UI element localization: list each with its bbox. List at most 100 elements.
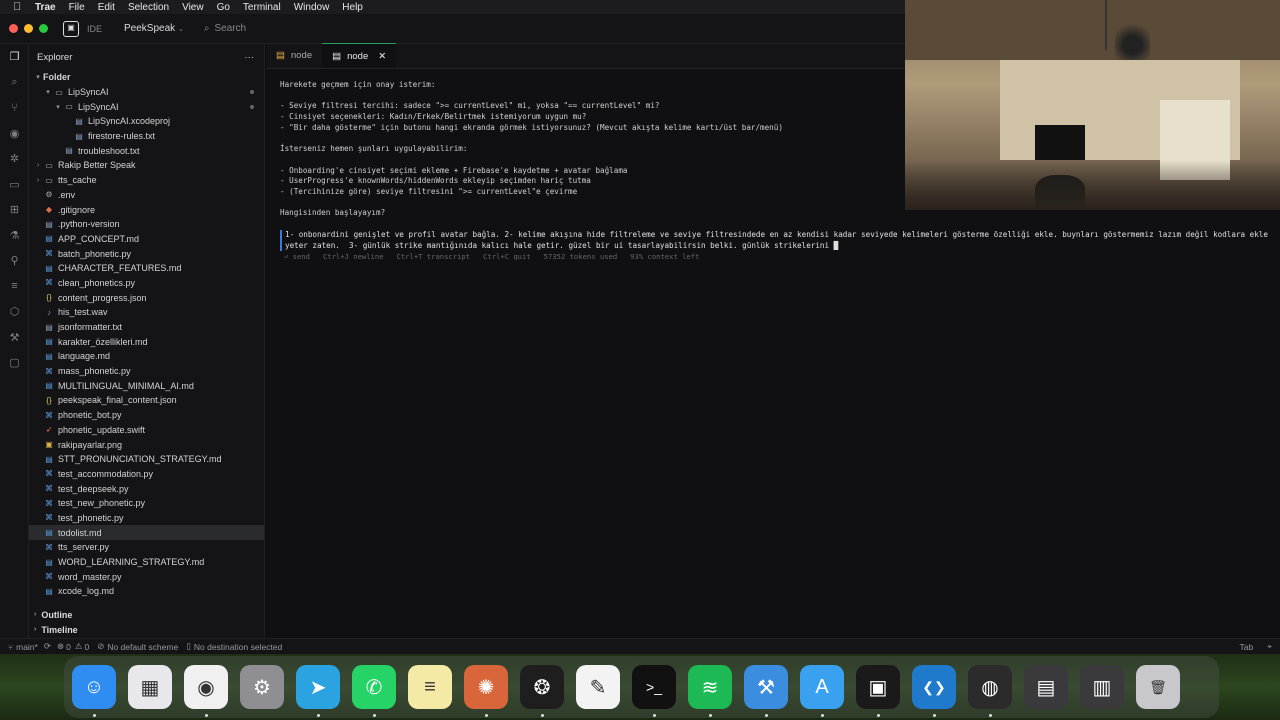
menu-window[interactable]: Window xyxy=(294,2,330,13)
extensions-icon[interactable]: ⊞ xyxy=(0,197,29,223)
tree-file[interactable]: ▤ CHARACTER_FEATURES.md xyxy=(29,261,264,276)
dock-app-whatsapp[interactable]: ✆ xyxy=(352,665,396,717)
tree-file[interactable]: ⚙ .env xyxy=(29,188,264,203)
menu-app-name[interactable]: Trae xyxy=(35,2,56,13)
tree-file[interactable]: ▤ xcode_log.md xyxy=(29,584,264,599)
indent-mode[interactable]: Tab xyxy=(1239,642,1253,652)
tree-file[interactable]: ▤ WORD_LEARNING_STRATEGY.md xyxy=(29,555,264,570)
tree-file[interactable]: ♪ his_test.wav xyxy=(29,305,264,320)
tree-file[interactable]: ⌘ test_deepseek.py xyxy=(29,481,264,496)
tree-file[interactable]: ⌘ phonetic_bot.py xyxy=(29,408,264,423)
ide-mode-label[interactable]: IDE xyxy=(87,24,102,34)
dock-app-preview[interactable]: ▥ xyxy=(1080,665,1124,709)
tree-file[interactable]: ▤ troubleshoot.txt xyxy=(29,143,264,158)
tree-file[interactable]: ▤ karakter_özellikleri.md xyxy=(29,334,264,349)
dock-app-claude[interactable]: ✺ xyxy=(464,665,508,717)
tree-folder[interactable]: ▾ ▭ LipSyncAI xyxy=(29,85,264,100)
dock-app-trae[interactable]: ▣ xyxy=(856,665,900,717)
dock-app-trash[interactable]: 🗑 xyxy=(1136,665,1180,709)
menu-go[interactable]: Go xyxy=(217,2,230,13)
tree-file[interactable]: {} peekspeak_final_content.json xyxy=(29,393,264,408)
dock-app-spotify[interactable]: ≋ xyxy=(688,665,732,717)
tree-file[interactable]: ⌘ batch_phonetic.py xyxy=(29,246,264,261)
tree-file[interactable]: ⌘ test_phonetic.py xyxy=(29,511,264,526)
dock-app-finder[interactable]: ☺ xyxy=(72,665,116,717)
list-icon[interactable]: ≡ xyxy=(0,274,29,300)
project-switcher[interactable]: PeekSpeak ⌄ xyxy=(124,23,184,34)
chat-icon[interactable]: ▢ xyxy=(0,350,29,376)
wrench-icon[interactable]: ⚲ xyxy=(0,248,29,274)
menu-view[interactable]: View xyxy=(182,2,204,13)
tree-file[interactable]: ▤ APP_CONCEPT.md xyxy=(29,232,264,247)
dock-app-screenshot[interactable]: ▤ xyxy=(1024,665,1068,709)
source-control-icon[interactable]: ⑂ xyxy=(0,95,29,121)
sync-icon[interactable]: ⟳ xyxy=(44,641,51,652)
eye-icon[interactable]: ◉ xyxy=(0,121,29,147)
folder-root[interactable]: ▾ Folder xyxy=(29,70,264,85)
timeline-section[interactable]: › Timeline xyxy=(29,622,265,637)
destination-status[interactable]: No destination selected xyxy=(194,642,282,652)
tree-folder[interactable]: › ▭ Rakip Better Speak xyxy=(29,158,264,173)
dock-app-textedit[interactable]: ✎ xyxy=(576,665,620,709)
package-icon[interactable]: ⬡ xyxy=(0,299,29,325)
dock-app-notes[interactable]: ≡ xyxy=(408,665,452,709)
scheme-status[interactable]: No default scheme xyxy=(107,642,178,652)
tree-file[interactable]: ▤ STT_PRONUNCIATION_STRATEGY.md xyxy=(29,452,264,467)
dock-app-vs-code[interactable]: ❮❯ xyxy=(912,665,956,717)
close-icon[interactable]: ✕ xyxy=(378,51,386,62)
tree-file[interactable]: ▤ .python-version xyxy=(29,217,264,232)
tree-folder[interactable]: › ▭ tts_cache xyxy=(29,173,264,188)
warning-count[interactable]: 0 xyxy=(84,642,89,652)
tree-folder[interactable]: ▾ ▭ LipSyncAI xyxy=(29,99,264,114)
remote-icon[interactable]: ▭ xyxy=(0,172,29,198)
tree-file[interactable]: {} content_progress.json xyxy=(29,290,264,305)
hammer-icon[interactable]: ⚒ xyxy=(0,325,29,351)
prompt-input[interactable]: 1- onbonardini genişlet ve profil avatar… xyxy=(280,230,1270,252)
tree-file[interactable]: ⌘ clean_phonetics.py xyxy=(29,276,264,291)
dock-app-telegram[interactable]: ➤ xyxy=(296,665,340,717)
tree-file[interactable]: ▤ firestore-rules.txt xyxy=(29,129,264,144)
tree-file[interactable]: ◆ .gitignore xyxy=(29,202,264,217)
tree-file[interactable]: ⌘ test_new_phonetic.py xyxy=(29,496,264,511)
tree-file[interactable]: ⌘ tts_server.py xyxy=(29,540,264,555)
menu-help[interactable]: Help xyxy=(342,2,363,13)
search-icon[interactable]: ⌕ xyxy=(0,70,29,96)
tab-node-1[interactable]: ▤ node xyxy=(266,43,322,68)
menu-edit[interactable]: Edit xyxy=(98,2,115,13)
close-window-button[interactable] xyxy=(9,24,18,33)
dock-app-terminal[interactable]: >_ xyxy=(632,665,676,717)
tree-file[interactable]: ▣ rakipayarlar.png xyxy=(29,437,264,452)
more-icon[interactable]: ··· xyxy=(245,52,255,63)
dock-app-xcode[interactable]: ⚒ xyxy=(744,665,788,717)
zoom-window-button[interactable] xyxy=(39,24,48,33)
tree-file[interactable]: ➶ phonetic_update.swift xyxy=(29,423,264,438)
tree-file[interactable]: ▤ LipSyncAI.xcodeproj xyxy=(29,114,264,129)
tree-file[interactable]: ⌘ mass_phonetic.py xyxy=(29,364,264,379)
notifications-icon[interactable]: ⌖ xyxy=(1267,641,1272,652)
menu-selection[interactable]: Selection xyxy=(128,2,169,13)
error-count[interactable]: 0 xyxy=(66,642,71,652)
branch-name[interactable]: main* xyxy=(16,642,38,652)
dock-app-launchpad[interactable]: ▦ xyxy=(128,665,172,709)
outline-section[interactable]: › Outline xyxy=(29,607,265,622)
tree-file[interactable]: ⌘ word_master.py xyxy=(29,569,264,584)
dock-app-obs[interactable]: ◍ xyxy=(968,665,1012,717)
debug-icon[interactable]: ✲ xyxy=(0,146,29,172)
tree-file[interactable]: ▤ jsonformatter.txt xyxy=(29,320,264,335)
dock-app-instruments[interactable]: A xyxy=(800,665,844,717)
dock-app-system-settings[interactable]: ⚙ xyxy=(240,665,284,709)
dock-app-chrome[interactable]: ◉ xyxy=(184,665,228,717)
menu-file[interactable]: File xyxy=(69,2,85,13)
tree-file[interactable]: ▤ language.md xyxy=(29,349,264,364)
dock-app-chatgpt[interactable]: ❂ xyxy=(520,665,564,717)
minimize-window-button[interactable] xyxy=(24,24,33,33)
tree-file[interactable]: ⌘ test_accommodation.py xyxy=(29,467,264,482)
tab-node-2[interactable]: ▤ node ✕ xyxy=(322,43,397,68)
flask-icon[interactable]: ⚗ xyxy=(0,223,29,249)
tree-file[interactable]: ▤ todolist.md xyxy=(29,525,264,540)
menu-terminal[interactable]: Terminal xyxy=(243,2,281,13)
explorer-icon[interactable]: ❐ xyxy=(0,44,29,70)
apple-icon[interactable]:  xyxy=(13,1,25,13)
search-box[interactable]: ⌕ Search xyxy=(204,23,246,34)
tree-file[interactable]: ▤ MULTILINGUAL_MINIMAL_AI.md xyxy=(29,378,264,393)
